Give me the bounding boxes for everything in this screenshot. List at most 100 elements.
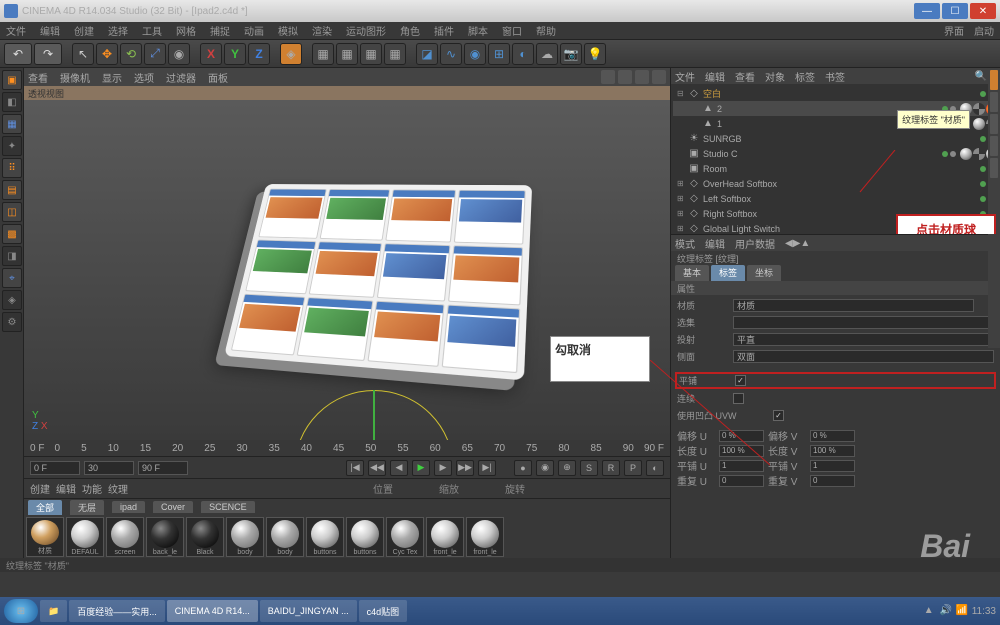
material-slot[interactable]: buttons <box>306 517 344 557</box>
current-frame[interactable]: 0 F <box>30 461 80 475</box>
close-button[interactable]: ✕ <box>970 3 996 19</box>
object-mode[interactable]: ▦ <box>2 114 22 134</box>
selection-field[interactable] <box>733 316 994 329</box>
repeat-u[interactable]: 0 <box>719 475 764 487</box>
last-tool[interactable]: ◉ <box>168 43 190 65</box>
length-v[interactable]: 100 % <box>810 445 855 457</box>
mat-filter[interactable]: ipad <box>112 501 145 513</box>
workplane[interactable]: ◨ <box>2 246 22 266</box>
move-tool[interactable]: ✥ <box>96 43 118 65</box>
light-primitive[interactable]: 💡 <box>584 43 606 65</box>
vp-menu-item[interactable]: 显示 <box>102 70 122 85</box>
autokey-button[interactable]: ◉ <box>536 460 554 476</box>
rotate-tool[interactable]: ⟲ <box>120 43 142 65</box>
object-tree[interactable]: ⊟◇空白▲2▲1☀SUNRGB▣Studio C▣Room⊞◇OverHead … <box>671 84 1000 234</box>
coord-system[interactable]: ◈ <box>280 43 302 65</box>
menu-item[interactable]: 窗口 <box>502 23 522 38</box>
render-region[interactable]: ▦ <box>336 43 358 65</box>
render-view[interactable]: ▦ <box>312 43 334 65</box>
tile-checkbox[interactable] <box>735 375 746 386</box>
snap-3d[interactable]: ◈ <box>2 290 22 310</box>
tray-icon[interactable]: 🔊 <box>940 605 952 617</box>
side-tab[interactable] <box>990 158 998 178</box>
material-slot[interactable]: Black <box>186 517 224 557</box>
environment[interactable]: ☁ <box>536 43 558 65</box>
snap-toggle[interactable]: ⌖ <box>2 268 22 288</box>
tile-u[interactable]: 1 <box>719 460 764 472</box>
mat-menu[interactable]: 创建 <box>30 481 50 496</box>
x-axis-lock[interactable]: X <box>200 43 222 65</box>
mat-menu[interactable]: 功能 <box>82 481 102 496</box>
om-menu[interactable]: 对象 <box>765 69 785 84</box>
side-tab[interactable] <box>990 92 998 112</box>
key-rot[interactable]: R <box>602 460 620 476</box>
om-menu[interactable]: 查看 <box>735 69 755 84</box>
vp-nav-icon[interactable] <box>635 70 649 84</box>
om-menu[interactable]: 标签 <box>795 69 815 84</box>
search-icon[interactable]: 🔍 <box>975 71 987 82</box>
edge-mode[interactable]: ▤ <box>2 180 22 200</box>
next-frame[interactable]: ▶ <box>434 460 452 476</box>
z-axis-lock[interactable]: Z <box>248 43 270 65</box>
material-field[interactable]: 材质 <box>733 299 974 312</box>
nav-up-icon[interactable]: ▲ <box>800 238 810 249</box>
material-slot[interactable]: body <box>226 517 264 557</box>
tree-row[interactable]: ⊟◇空白 <box>673 86 998 101</box>
material-slot[interactable]: front_le <box>466 517 504 557</box>
mat-filter[interactable]: SCENCE <box>201 501 255 513</box>
minimize-button[interactable]: — <box>914 3 940 19</box>
side-tab[interactable] <box>990 136 998 156</box>
mat-filter[interactable]: 全部 <box>28 500 62 515</box>
vp-nav-icon[interactable] <box>652 70 666 84</box>
cube-primitive[interactable]: ◪ <box>416 43 438 65</box>
side-tab[interactable] <box>990 114 998 134</box>
material-slot[interactable]: back_le <box>146 517 184 557</box>
material-slot[interactable]: screen <box>106 517 144 557</box>
seamless-checkbox[interactable] <box>733 393 744 404</box>
goto-start[interactable]: |◀ <box>346 460 364 476</box>
point-mode[interactable]: ⠿ <box>2 158 22 178</box>
tree-row[interactable]: ▣Studio C <box>673 146 998 161</box>
start-button[interactable]: ⊞ <box>4 599 38 623</box>
axis-mode[interactable]: ✦ <box>2 136 22 156</box>
vp-nav-icon[interactable] <box>601 70 615 84</box>
timeline-ruler[interactable]: 0 F 051015202530354045505560657075808590… <box>24 440 670 456</box>
next-key[interactable]: ▶▶ <box>456 460 474 476</box>
clock[interactable]: 11:33 <box>972 606 996 617</box>
material-slot[interactable]: body <box>266 517 304 557</box>
vp-menu-item[interactable]: 查看 <box>28 70 48 85</box>
goto-end[interactable]: ▶| <box>478 460 496 476</box>
network-icon[interactable]: 📶 <box>956 605 968 617</box>
prev-frame[interactable]: ◀ <box>390 460 408 476</box>
mat-menu[interactable]: 纹理 <box>108 481 128 496</box>
spline-primitive[interactable]: ∿ <box>440 43 462 65</box>
undo-button[interactable]: ↶ <box>4 43 32 65</box>
menu-item[interactable]: 捕捉 <box>210 23 230 38</box>
vp-menu-item[interactable]: 选项 <box>134 70 154 85</box>
material-slot[interactable]: front_le <box>426 517 464 557</box>
maximize-button[interactable]: ☐ <box>942 3 968 19</box>
model-mode[interactable]: ◧ <box>2 92 22 112</box>
om-menu[interactable]: 文件 <box>675 69 695 84</box>
key-pos[interactable]: ⊕ <box>558 460 576 476</box>
nurbs-primitive[interactable]: ◉ <box>464 43 486 65</box>
task-item[interactable]: CINEMA 4D R14... <box>167 600 258 622</box>
end-frame[interactable]: 90 F <box>138 461 188 475</box>
y-axis-lock[interactable]: Y <box>224 43 246 65</box>
attr-menu[interactable]: 用户数据 <box>735 236 775 251</box>
attr-tab-tag[interactable]: 标签 <box>711 265 745 281</box>
record-button[interactable]: ● <box>514 460 532 476</box>
tree-row[interactable]: ⊞◇OverHead Softbox <box>673 176 998 191</box>
tree-row[interactable]: ▣Room <box>673 161 998 176</box>
picture-viewer[interactable]: ▦ <box>384 43 406 65</box>
task-item[interactable]: 📁 <box>40 600 67 622</box>
menu-item[interactable]: 运动图形 <box>346 23 386 38</box>
side-tab[interactable] <box>990 70 998 90</box>
texture-mode[interactable]: ▩ <box>2 224 22 244</box>
poly-mode[interactable]: ◫ <box>2 202 22 222</box>
mat-menu[interactable]: 编辑 <box>56 481 76 496</box>
tree-row[interactable]: ☀SUNRGB <box>673 131 998 146</box>
attr-tab-coord[interactable]: 坐标 <box>747 265 781 281</box>
nav-back-icon[interactable]: ◀ <box>785 238 793 249</box>
redo-button[interactable]: ↷ <box>34 43 62 65</box>
